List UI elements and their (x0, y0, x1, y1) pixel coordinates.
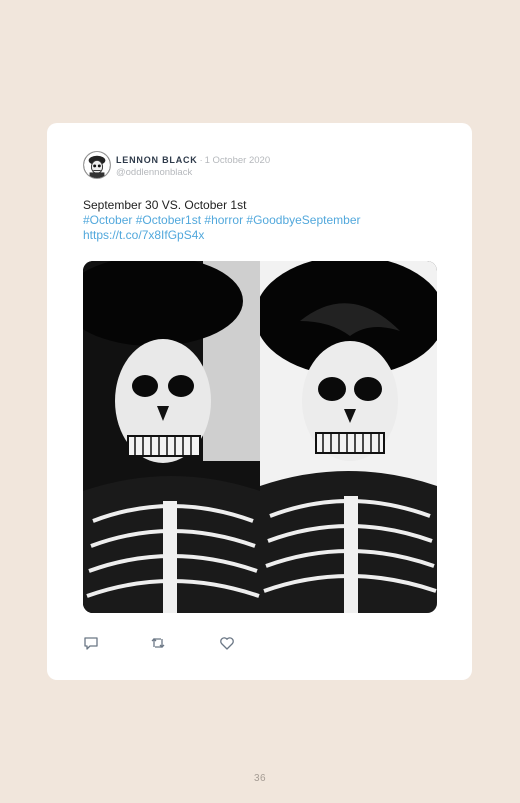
retweet-icon (151, 638, 165, 648)
tweet-date[interactable]: 1 October 2020 (205, 155, 271, 166)
reply-icon (84, 637, 98, 650)
retweet-button[interactable] (150, 635, 166, 651)
author-handle[interactable]: @oddlennonblack (116, 167, 270, 179)
tweet-link[interactable]: https://t.co/7x8IfGpS4x (83, 228, 443, 243)
tweet-hashtags[interactable]: #October #October1st #horror #GoodbyeSep… (83, 213, 443, 228)
tweet-media[interactable] (83, 261, 437, 613)
reply-button[interactable] (83, 635, 99, 651)
page-number: 36 (253, 773, 267, 784)
tweet-body: September 30 VS. October 1st #October #O… (83, 198, 443, 243)
author-name[interactable]: LENNON BLACK (116, 155, 198, 165)
heart-icon (220, 637, 234, 650)
header-separator: · (199, 155, 203, 165)
avatar[interactable] (83, 151, 111, 179)
tweet-header: LENNON BLACK · 1 October 2020 @oddlennonbl… (116, 153, 270, 179)
tweet-card: LENNON BLACK · 1 October 2020 @oddlennonbl… (47, 123, 472, 680)
tweet-text: September 30 VS. October 1st (83, 198, 247, 212)
photo-left[interactable] (83, 261, 260, 613)
photo-right[interactable] (260, 261, 437, 613)
like-button[interactable] (219, 635, 235, 651)
